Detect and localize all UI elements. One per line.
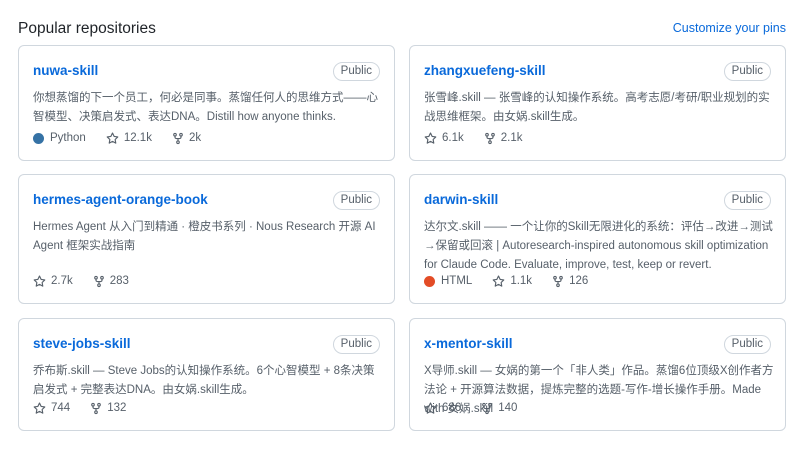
repo-forked-icon xyxy=(172,132,189,145)
star-icon xyxy=(424,401,442,415)
section-title: Popular repositories xyxy=(18,20,156,37)
repo-forked-icon xyxy=(552,275,569,288)
forks-link[interactable]: 2k xyxy=(172,132,201,145)
repo-card: darwin-skill Public 达尔文.skill —— 一个让你的Sk… xyxy=(409,174,786,304)
fork-count: 140 xyxy=(498,402,518,414)
repo-meta: HTML 1.1k 126 xyxy=(424,273,608,289)
repo-card: steve-jobs-skill Public 乔布斯.skill — Stev… xyxy=(18,318,395,431)
repo-language-label: Python xyxy=(50,132,86,144)
stargazers-link[interactable]: 1.1k xyxy=(492,274,533,288)
fork-count: 2.1k xyxy=(500,132,523,144)
repo-language-label: HTML xyxy=(441,275,473,287)
repo-meta: 6.1k 2.1k xyxy=(424,130,543,146)
repo-card: zhangxuefeng-skill Public 张雪峰.skill — 张雪… xyxy=(409,45,786,161)
repo-description: 达尔文.skill —— 一个让你的Skill无限进化的系统：评估→改进→测试→… xyxy=(424,221,773,271)
section-header: Popular repositories Customize your pins xyxy=(18,18,786,40)
star-icon xyxy=(424,131,442,145)
visibility-badge: Public xyxy=(723,191,771,210)
repo-card: hermes-agent-orange-book Public Hermes A… xyxy=(18,174,395,304)
repo-name-link[interactable]: steve-jobs-skill xyxy=(33,336,131,351)
repo-name-link[interactable]: hermes-agent-orange-book xyxy=(33,192,208,207)
repo-meta: 744 132 xyxy=(33,400,146,416)
stargazers-link[interactable]: 744 xyxy=(33,401,71,415)
star-count: 744 xyxy=(51,402,71,414)
repo-language: Python xyxy=(33,132,86,144)
fork-count: 126 xyxy=(569,275,589,287)
forks-link[interactable]: 140 xyxy=(481,402,517,415)
fork-count: 283 xyxy=(109,275,129,287)
stargazers-link[interactable]: 686 xyxy=(424,401,462,415)
star-icon xyxy=(33,274,51,288)
star-count: 6.1k xyxy=(442,132,464,144)
star-icon xyxy=(492,274,510,288)
stargazers-link[interactable]: 2.7k xyxy=(33,274,73,288)
repo-meta: 686 140 xyxy=(424,400,537,416)
repo-name-link[interactable]: nuwa-skill xyxy=(33,63,98,78)
forks-link[interactable]: 283 xyxy=(93,275,129,288)
visibility-badge: Public xyxy=(332,335,380,354)
star-count: 2.7k xyxy=(51,275,73,287)
stargazers-link[interactable]: 6.1k xyxy=(424,131,464,145)
repo-name-link[interactable]: zhangxuefeng-skill xyxy=(424,63,546,78)
star-icon xyxy=(106,131,124,145)
repo-forked-icon xyxy=(93,275,110,288)
customize-pins-link[interactable]: Customize your pins xyxy=(673,21,786,35)
repo-meta: Python 12.1k 2k xyxy=(33,130,221,146)
repo-description: 乔布斯.skill — Steve Jobs的认知操作系统。6个心智模型 + 8… xyxy=(33,365,375,396)
repo-forked-icon xyxy=(484,132,501,145)
repo-card: nuwa-skill Public 你想蒸馏的下一个员工，何必是同事。蒸馏任何人… xyxy=(18,45,395,161)
repo-language: HTML xyxy=(424,275,472,287)
forks-link[interactable]: 2.1k xyxy=(484,132,523,145)
star-count: 1.1k xyxy=(510,275,533,287)
repo-description: Hermes Agent 从入门到精通 · 橙皮书系列 · Nous Resea… xyxy=(33,221,376,252)
repo-forked-icon xyxy=(481,402,498,415)
star-count: 12.1k xyxy=(123,132,152,144)
language-color-dot xyxy=(424,275,435,287)
fork-count: 132 xyxy=(107,402,127,414)
repo-forked-icon xyxy=(90,402,107,415)
repo-description: 张雪峰.skill — 张雪峰的认知操作系统。高考志愿/考研/职业规划的实战思维… xyxy=(424,92,770,123)
visibility-badge: Public xyxy=(332,191,380,210)
forks-link[interactable]: 132 xyxy=(90,402,126,415)
repo-card: x-mentor-skill Public X导师.skill — 女娲的第一个… xyxy=(409,318,786,431)
repo-name-link[interactable]: darwin-skill xyxy=(424,192,498,207)
visibility-badge: Public xyxy=(332,62,380,81)
forks-link[interactable]: 126 xyxy=(552,275,588,288)
repo-description: 你想蒸馏的下一个员工，何必是同事。蒸馏任何人的思维方式——心智模型、决策启发式、… xyxy=(33,92,378,123)
repo-name-link[interactable]: x-mentor-skill xyxy=(424,336,513,351)
star-count: 686 xyxy=(442,402,462,414)
repo-meta: 2.7k 283 xyxy=(33,273,149,289)
stargazers-link[interactable]: 12.1k xyxy=(106,131,152,145)
visibility-badge: Public xyxy=(723,335,771,354)
star-icon xyxy=(33,401,51,415)
fork-count: 2k xyxy=(188,132,202,144)
language-color-dot xyxy=(33,132,44,144)
visibility-badge: Public xyxy=(723,62,771,81)
